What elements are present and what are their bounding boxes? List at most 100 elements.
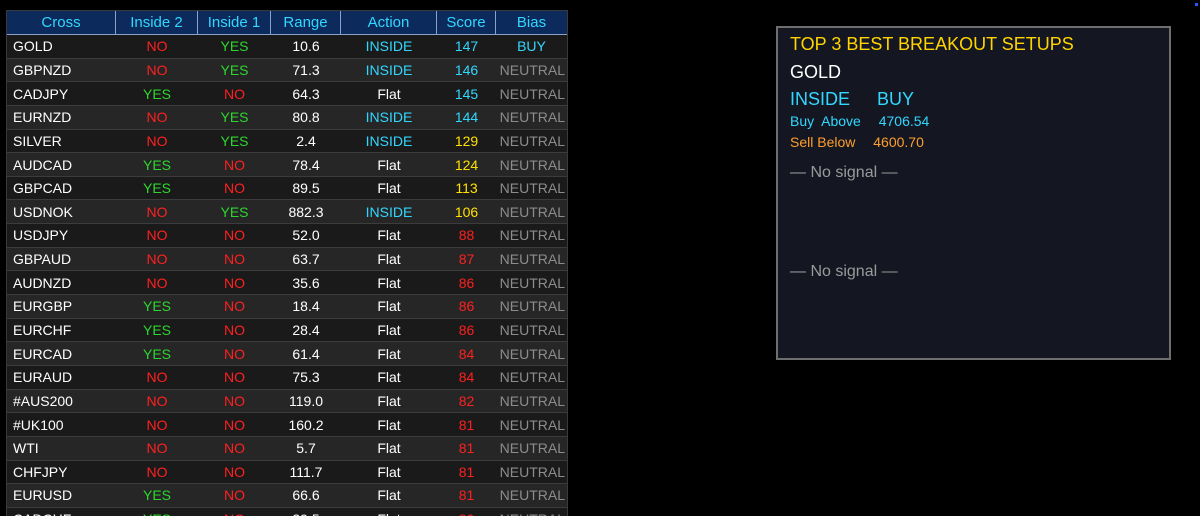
table-row[interactable]: AUDNZD NO NO 35.6 Flat 86 NEUTRAL (7, 271, 567, 296)
cell-range: 71.3 (292, 61, 320, 78)
cell-cross: #UK100 (13, 416, 64, 433)
header-bias[interactable]: Bias (496, 11, 567, 35)
cell-score: 86 (458, 322, 475, 338)
cell-inside2: NO (146, 61, 168, 78)
cell-action: INSIDE (365, 61, 413, 78)
cell-action: Flat (377, 251, 401, 268)
table-row[interactable]: #AUS200 NO NO 119.0 Flat 82 NEUTRAL (7, 389, 567, 414)
cell-inside2: NO (146, 227, 168, 244)
table-row[interactable]: EURNZD NO YES 80.8 INSIDE 144 NEUTRAL (7, 105, 567, 130)
cell-score: 124 (454, 156, 479, 173)
cell-range: 18.4 (292, 298, 320, 315)
cell-action: INSIDE (365, 109, 413, 126)
cell-action: Flat (377, 369, 401, 386)
cell-range: 75.3 (292, 369, 320, 386)
cell-action: Flat (377, 85, 401, 102)
cell-action: Flat (377, 392, 401, 409)
cell-inside1: NO (224, 251, 245, 268)
table-row[interactable]: AUDCAD YES NO 78.4 Flat 124 NEUTRAL (7, 153, 567, 177)
cell-inside2: YES (142, 180, 171, 197)
setup-symbol: GOLD (790, 62, 842, 82)
cell-inside1: NO (224, 440, 245, 457)
table-row[interactable]: WTI NO NO 5.7 Flat 81 NEUTRAL (7, 436, 567, 461)
table-body: GOLD NO YES 10.6 INSIDE 147 BUY GBPNZD NO YES 71.3… (7, 35, 567, 516)
cell-cross: SILVER (13, 132, 62, 149)
table-row[interactable]: USDJPY NO NO 52.0 Flat 88 NEUTRAL (7, 224, 567, 248)
table-row[interactable]: USDNOK NO YES 882.3 INSIDE 106 NEUTRAL (7, 200, 567, 225)
cell-score: 81 (458, 416, 475, 433)
breakout-scanner-table: Cross Inside 2 Inside 1 Range Action Sco… (6, 10, 568, 516)
cell-score: 82 (458, 392, 475, 409)
cell-cross: GBPAUD (13, 251, 72, 268)
header-range[interactable]: Range (271, 11, 341, 35)
cell-inside1: YES (220, 132, 249, 149)
setup-action-line: INSIDE BUY (790, 87, 1157, 111)
cell-inside2: YES (142, 345, 171, 362)
cell-cross: GBPNZD (13, 61, 72, 78)
cell-score: 106 (454, 203, 479, 220)
cell-score: 81 (458, 440, 475, 457)
cell-action: Flat (341, 508, 437, 516)
table-row[interactable]: EURCAD YES NO 61.4 Flat 84 NEUTRAL (7, 342, 567, 366)
table-row[interactable]: EURAUD NO NO 75.3 Flat 84 NEUTRAL (7, 365, 567, 390)
cell-range: 5.7 (296, 440, 316, 457)
cell-range: 64.3 (292, 85, 320, 102)
cell-cross: GOLD (13, 38, 53, 55)
cell-range: 10.6 (292, 38, 320, 55)
cell-inside2: YES (116, 508, 198, 516)
cell-cross: WTI (13, 440, 39, 457)
cell-score: 129 (454, 132, 479, 149)
cell-action: Flat (377, 156, 401, 173)
cell-score: 80 (437, 508, 496, 516)
cell-inside1: NO (224, 298, 245, 315)
cell-range: 63.7 (292, 251, 320, 268)
table-header: Cross Inside 2 Inside 1 Range Action Sco… (7, 11, 567, 35)
cell-inside1: NO (224, 85, 245, 102)
table-row[interactable]: GOLD NO YES 10.6 INSIDE 147 BUY (7, 35, 567, 59)
table-row[interactable]: EURUSD YES NO 66.6 Flat 81 NEUTRAL (7, 484, 567, 508)
cell-bias: NEUTRAL (499, 369, 565, 386)
cell-range: 111.7 (289, 463, 323, 480)
cell-score: 86 (458, 274, 475, 291)
header-inside2[interactable]: Inside 2 (116, 11, 198, 35)
cell-bias: NEUTRAL (496, 508, 567, 516)
header-score[interactable]: Score (437, 11, 496, 35)
cell-bias: NEUTRAL (499, 109, 565, 126)
cell-cross: CADJPY (13, 85, 69, 102)
cell-range: 35.6 (292, 274, 320, 291)
table-row[interactable]: SILVER NO YES 2.4 INSIDE 129 NEUTRAL (7, 129, 567, 154)
corner-indicator-icon (1195, 3, 1198, 6)
table-row[interactable]: EURGBP YES NO 18.4 Flat 86 NEUTRAL (7, 295, 567, 319)
header-action[interactable]: Action (341, 11, 437, 35)
cell-inside2: YES (142, 85, 171, 102)
table-row[interactable]: CADCHFYESNO29.5Flat80NEUTRAL (7, 507, 567, 516)
cell-inside1: YES (220, 203, 249, 220)
no-signal-slot-3: — No signal — (790, 263, 898, 280)
table-row[interactable]: GBPNZD NO YES 71.3 INSIDE 146 NEUTRAL (7, 58, 567, 83)
cell-range: 2.4 (296, 132, 316, 149)
cell-inside1: NO (198, 508, 271, 516)
header-inside1[interactable]: Inside 1 (198, 11, 271, 35)
header-cross[interactable]: Cross (7, 11, 116, 35)
cell-action: INSIDE (365, 132, 413, 149)
cell-range: 52.0 (292, 227, 320, 244)
table-row[interactable]: EURCHF YES NO 28.4 Flat 86 NEUTRAL (7, 318, 567, 343)
cell-inside2: NO (146, 203, 168, 220)
cell-score: 146 (454, 61, 479, 78)
cell-inside1: NO (224, 322, 245, 338)
top-setups-panel: TOP 3 BEST BREAKOUT SETUPS GOLD INSIDE B… (776, 26, 1171, 360)
cell-score: 81 (458, 463, 475, 480)
cell-cross: EURCAD (13, 345, 73, 362)
cell-inside1: NO (224, 416, 245, 433)
dashboard-screen: Cross Inside 2 Inside 1 Range Action Sco… (0, 0, 1200, 516)
cell-range: 89.5 (292, 180, 320, 197)
table-row[interactable]: GBPCAD YES NO 89.5 Flat 113 NEUTRAL (7, 176, 567, 201)
table-row[interactable]: CHFJPY NO NO 111.7 Flat 81 NEUTRAL (7, 460, 567, 485)
cell-bias: NEUTRAL (499, 156, 565, 173)
table-row[interactable]: #UK100 NO NO 160.2 Flat 81 NEUTRAL (7, 413, 567, 437)
buy-value: 4706.54 (878, 113, 930, 129)
setups-title: TOP 3 BEST BREAKOUT SETUPS (790, 34, 1074, 54)
cell-range: 882.3 (288, 203, 324, 220)
table-row[interactable]: GBPAUD NO NO 63.7 Flat 87 NEUTRAL (7, 247, 567, 272)
table-row[interactable]: CADJPY YES NO 64.3 Flat 145 NEUTRAL (7, 82, 567, 106)
